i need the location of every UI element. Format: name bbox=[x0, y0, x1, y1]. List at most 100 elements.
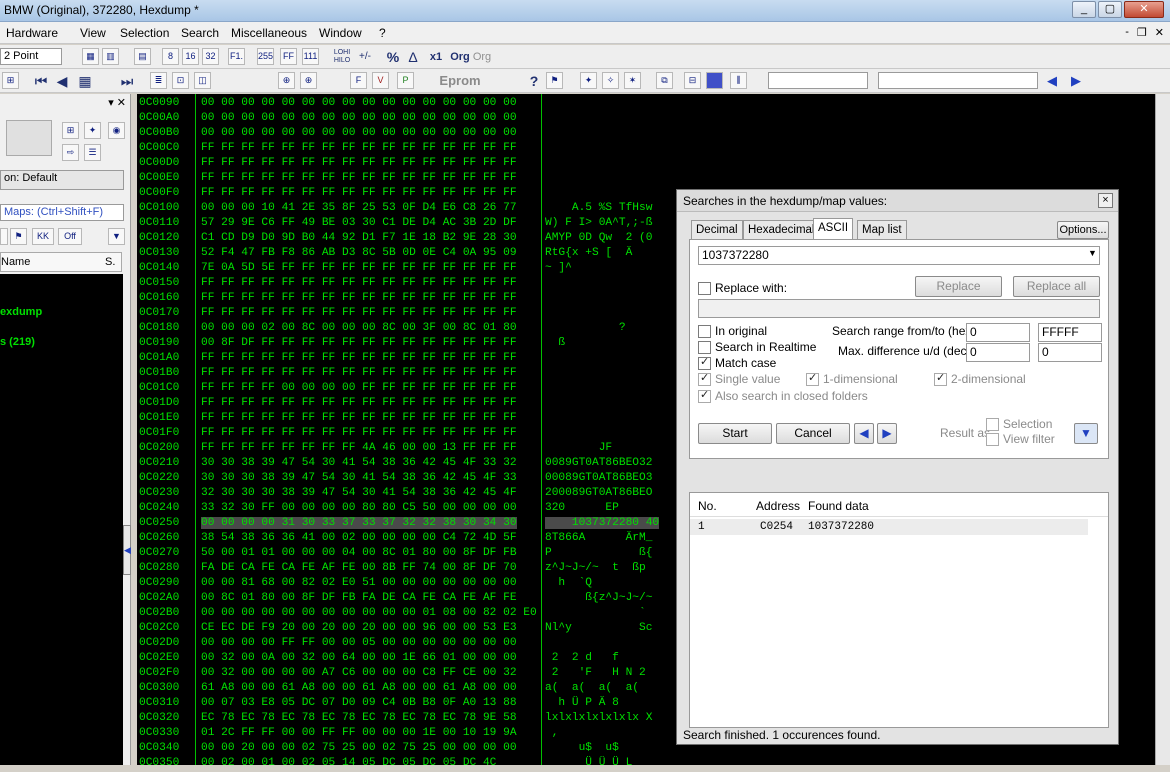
column-s[interactable]: S. bbox=[105, 256, 115, 268]
hex-bytes[interactable]: 00 32 00 00 00 00 A7 C6 00 00 00 C8 FF C… bbox=[201, 667, 517, 679]
table-row[interactable]: 1 C0254 1037372280 bbox=[690, 519, 1088, 535]
hex-ascii[interactable]: ß bbox=[545, 337, 565, 349]
briefcase-icon[interactable] bbox=[6, 120, 52, 156]
dialog-close-button[interactable]: × bbox=[1098, 193, 1113, 208]
pin-icon[interactable]: ⚑ bbox=[10, 228, 27, 245]
hex-bytes[interactable]: 00 00 00 02 00 8C 00 00 00 8C 00 3F 00 8… bbox=[201, 322, 517, 334]
tab-decimal[interactable]: Decimal bbox=[691, 220, 743, 239]
hex-ascii[interactable]: 00089GT0AT86BEO3 bbox=[545, 472, 652, 484]
hex-button[interactable]: FF bbox=[280, 48, 297, 65]
hex-bytes[interactable]: 00 32 00 0A 00 32 00 64 00 00 1E 66 01 0… bbox=[201, 652, 517, 664]
2d-view-icon[interactable]: ⊡ bbox=[172, 72, 189, 89]
hex-bytes[interactable]: 00 00 20 00 00 02 75 25 00 02 75 25 00 0… bbox=[201, 742, 517, 754]
view-filter-checkbox[interactable]: View filter bbox=[986, 432, 1055, 446]
hex-ascii[interactable]: 0089GT0AT86BEO32 bbox=[545, 457, 652, 469]
checksum-icon[interactable]: ✶ bbox=[624, 72, 641, 89]
menu-view[interactable]: View bbox=[80, 26, 106, 40]
list-icon[interactable]: ☰ bbox=[84, 144, 101, 161]
tree-item-hexdump[interactable]: exdump bbox=[0, 306, 42, 318]
hex-bytes[interactable]: FF FF FF FF FF FF FF FF FF FF FF FF FF F… bbox=[201, 397, 517, 409]
context-help-icon[interactable]: ⚑ bbox=[546, 72, 563, 89]
hex-ascii[interactable]: P ß{ bbox=[545, 547, 652, 559]
original-button[interactable]: Org bbox=[450, 49, 470, 65]
factor-button[interactable]: x1 bbox=[428, 49, 444, 65]
decimal-button[interactable]: 255 bbox=[257, 48, 274, 65]
hex-bytes[interactable]: 38 54 38 36 36 41 00 02 00 00 00 00 C4 7… bbox=[201, 532, 517, 544]
3d-view-icon[interactable]: ◫ bbox=[194, 72, 211, 89]
wand2-icon[interactable]: ✦ bbox=[84, 122, 101, 139]
expand-icon[interactable]: ▼ bbox=[1074, 423, 1098, 444]
hex-ascii[interactable]: 2 2 d f bbox=[545, 652, 619, 664]
single-value-checkbox[interactable]: Single value bbox=[698, 371, 780, 386]
prev-icon[interactable]: ◀ bbox=[55, 73, 69, 89]
replace-all-button[interactable]: Replace all bbox=[1013, 276, 1100, 297]
maps-search-input[interactable]: Maps: (Ctrl+Shift+F) bbox=[0, 204, 124, 221]
hex-bytes[interactable]: 7E 0A 5D 5E FF FF FF FF FF FF FF FF FF F… bbox=[201, 262, 517, 274]
selection-checkbox[interactable]: Selection bbox=[986, 417, 1052, 431]
hex-ascii[interactable]: 1037372280 40 bbox=[545, 517, 660, 529]
panel-close-icon[interactable]: ▾ ✕ bbox=[108, 96, 126, 109]
hex-ascii[interactable]: ~ ]^ bbox=[545, 262, 572, 274]
grid-icon[interactable]: ▦ bbox=[82, 48, 99, 65]
value-select-1[interactable] bbox=[768, 72, 868, 89]
hex-bytes[interactable]: FF FF FF FF FF FF FF FF FF FF FF FF FF F… bbox=[201, 412, 517, 424]
filter-icon[interactable] bbox=[0, 228, 8, 245]
hex-bytes[interactable]: 00 00 81 68 00 82 02 E0 51 00 00 00 00 0… bbox=[201, 577, 517, 589]
range-to-input[interactable]: FFFFF bbox=[1038, 323, 1102, 342]
hex-ascii[interactable]: ? bbox=[545, 322, 626, 334]
first-icon[interactable]: ⏮ bbox=[32, 73, 50, 89]
hex-bytes[interactable]: 00 8C 01 80 00 8F DF FB FA DE CA FE CA F… bbox=[201, 592, 517, 604]
hex-bytes[interactable]: EC 78 EC 78 EC 78 EC 78 EC 78 EC 78 EC 7… bbox=[201, 712, 517, 724]
next-result-icon[interactable]: ▶ bbox=[877, 423, 897, 444]
search-next-icon[interactable]: ⊕ bbox=[300, 72, 317, 89]
minimize-button[interactable]: _ bbox=[1072, 1, 1096, 18]
sign-button[interactable]: +/- bbox=[356, 49, 374, 65]
tab-map-list[interactable]: Map list bbox=[857, 220, 907, 239]
mdi-close-icon[interactable]: ✕ bbox=[1155, 26, 1164, 39]
in-original-checkbox[interactable]: In original bbox=[698, 324, 767, 338]
one-dim-checkbox[interactable]: 1-dimensional bbox=[806, 371, 898, 386]
hex-bytes[interactable]: 61 A8 00 00 61 A8 00 00 61 A8 00 00 61 A… bbox=[201, 682, 517, 694]
search-prev-icon[interactable]: ⊕ bbox=[278, 72, 295, 89]
binary-button[interactable]: 111 bbox=[302, 48, 319, 65]
hex-bytes[interactable]: 00 07 03 E8 05 DC 07 D0 09 C4 0B B8 0F A… bbox=[201, 697, 517, 709]
delta-button[interactable]: Δ bbox=[406, 49, 420, 65]
8bit-button[interactable]: 8 bbox=[162, 48, 179, 65]
max-diff-down-input[interactable]: 0 bbox=[1038, 343, 1102, 362]
hex-ascii[interactable]: ß{z^J~J~/~ bbox=[545, 592, 652, 604]
hex-bytes[interactable]: 00 00 00 00 FF FF 00 00 05 00 00 00 00 0… bbox=[201, 637, 517, 649]
hex-ascii[interactable]: a( a( a( a( bbox=[545, 682, 639, 694]
search-realtime-checkbox[interactable]: Search in Realtime bbox=[698, 340, 816, 354]
globe-icon[interactable]: ◉ bbox=[108, 122, 125, 139]
p-flag-icon[interactable]: P bbox=[397, 72, 414, 89]
hex-bytes[interactable]: FF FF FF FF FF FF FF FF 4A 46 00 00 13 F… bbox=[201, 442, 517, 454]
hex-bytes[interactable]: FF FF FF FF FF FF FF FF FF FF FF FF FF F… bbox=[201, 277, 517, 289]
original-diff-button[interactable]: Org bbox=[472, 49, 492, 65]
hex-bytes[interactable]: 01 2C FF FF 00 00 FF FF 00 00 00 1E 00 1… bbox=[201, 727, 517, 739]
last-icon[interactable]: ⏭ bbox=[118, 73, 136, 89]
hex-bytes[interactable]: 00 02 00 01 00 02 05 14 05 DC 05 DC 05 D… bbox=[201, 757, 496, 769]
off-button[interactable]: Off bbox=[58, 228, 82, 245]
16bit-button[interactable]: 16 bbox=[182, 48, 199, 65]
replace-with-checkbox[interactable]: Replace with: bbox=[698, 281, 787, 295]
hex-bytes[interactable]: FF FF FF FF FF FF FF FF FF FF FF FF FF F… bbox=[201, 307, 517, 319]
menu-help[interactable]: ? bbox=[379, 26, 386, 40]
add-icon[interactable]: ⊞ bbox=[62, 122, 79, 139]
search-dropdown-icon[interactable]: ▼ bbox=[1088, 248, 1097, 258]
v-flag-icon[interactable]: V bbox=[372, 72, 389, 89]
hex-bytes[interactable]: FA DE CA FE CA FE AF FE 00 8B FF 74 00 8… bbox=[201, 562, 517, 574]
max-diff-up-input[interactable]: 0 bbox=[966, 343, 1030, 362]
menu-miscellaneous[interactable]: Miscellaneous bbox=[231, 26, 307, 40]
hex-bytes[interactable]: FF FF FF FF FF FF FF FF FF FF FF FF FF F… bbox=[201, 292, 517, 304]
copy-icon[interactable]: ⧉ bbox=[656, 72, 673, 89]
tab-hexadecimal[interactable]: Hexadecimal bbox=[743, 220, 820, 239]
hex-bytes[interactable]: 00 00 00 10 41 2E 35 8F 25 53 0F D4 E6 C… bbox=[201, 202, 517, 214]
hex-ascii[interactable]: 2 'F H N 2 bbox=[545, 667, 646, 679]
hex-ascii[interactable]: Nl^y Sc bbox=[545, 622, 652, 634]
float-button[interactable]: F1. bbox=[228, 48, 245, 65]
kk-button[interactable]: KK bbox=[32, 228, 54, 245]
hex-ascii[interactable]: , bbox=[545, 727, 559, 739]
hex-bytes[interactable]: 32 30 30 30 38 39 47 54 30 41 54 38 36 4… bbox=[201, 487, 517, 499]
hex-bytes[interactable]: FF FF FF FF FF FF FF FF FF FF FF FF FF F… bbox=[201, 367, 517, 379]
hex-bytes[interactable]: 57 29 9E C6 FF 49 BE 03 30 C1 DE D4 AC 3… bbox=[201, 217, 517, 229]
